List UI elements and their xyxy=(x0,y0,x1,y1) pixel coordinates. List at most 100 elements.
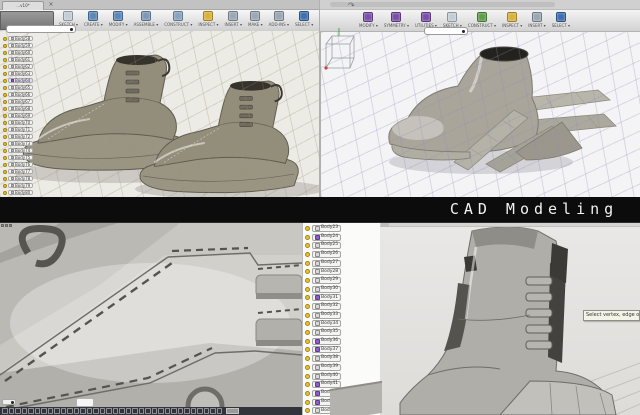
browser-body-row[interactable]: Body71 xyxy=(3,126,59,133)
form-box-wireframe[interactable] xyxy=(320,26,358,74)
browser-body-row[interactable]: Body25 xyxy=(305,241,380,250)
body-item[interactable]: Body77 xyxy=(8,169,33,175)
body-item[interactable]: Body40 xyxy=(312,373,342,380)
visibility-bulb-icon[interactable] xyxy=(3,114,7,118)
timeline-feature-icon[interactable] xyxy=(158,408,164,414)
body-item[interactable]: Body29 xyxy=(312,277,342,284)
tab-close-icon[interactable]: × xyxy=(47,1,55,9)
body-item[interactable]: Body58 xyxy=(8,36,33,42)
visibility-bulb-icon[interactable] xyxy=(305,330,310,335)
browser-body-row[interactable]: Body24 xyxy=(305,233,380,242)
visibility-bulb-icon[interactable] xyxy=(305,400,310,405)
browser-toggle-box[interactable] xyxy=(2,399,16,405)
visibility-bulb-icon[interactable] xyxy=(305,313,310,318)
browser-body-row[interactable]: Body32 xyxy=(305,302,380,311)
browser-body-row[interactable]: Body59 xyxy=(3,42,59,49)
toolbar-button[interactable]: CREATE ▾ xyxy=(82,11,105,27)
timeline-feature-icon[interactable] xyxy=(74,408,80,414)
shoe-closeup-render[interactable] xyxy=(0,223,302,415)
browser-body-row[interactable]: Body68 xyxy=(3,105,59,112)
body-item[interactable]: Body24 xyxy=(312,234,342,241)
body-item[interactable]: Body62 xyxy=(8,64,33,70)
timeline-feature-icon[interactable] xyxy=(54,408,60,414)
body-item[interactable]: Body28 xyxy=(312,268,342,275)
body-item[interactable]: Body64 xyxy=(8,78,33,84)
browser-body-row[interactable]: Body34 xyxy=(305,320,380,329)
visibility-bulb-icon[interactable] xyxy=(3,149,7,153)
browser-body-row[interactable]: Body75 xyxy=(3,154,59,161)
visibility-bulb-icon[interactable] xyxy=(305,261,310,266)
browser-body-row[interactable]: Body80 xyxy=(3,189,59,196)
timeline-feature-icon[interactable] xyxy=(106,408,112,414)
visibility-bulb-icon[interactable] xyxy=(305,365,310,370)
toolbar-button[interactable]: ASSEMBLE ▾ xyxy=(132,11,161,27)
browser-body-row[interactable]: Body26 xyxy=(305,250,380,259)
browser-body-row[interactable]: Body39 xyxy=(305,363,380,372)
visibility-bulb-icon[interactable] xyxy=(305,356,310,361)
visibility-bulb-icon[interactable] xyxy=(3,135,7,139)
visibility-bulb-icon[interactable] xyxy=(3,184,7,188)
body-item[interactable]: Body67 xyxy=(8,99,33,105)
browser-body-row[interactable]: Body79 xyxy=(3,182,59,189)
body-item[interactable]: Body65 xyxy=(8,85,33,91)
visibility-bulb-icon[interactable] xyxy=(3,156,7,160)
timeline-feature-icon[interactable] xyxy=(119,408,125,414)
timeline-feature-icon[interactable] xyxy=(80,408,86,414)
browser-body-row[interactable]: Body28 xyxy=(305,267,380,276)
toolbar-button[interactable]: INSERT ▾ xyxy=(223,11,244,27)
body-item[interactable]: Body33 xyxy=(312,312,342,319)
body-item[interactable]: Body31 xyxy=(312,294,342,301)
visibility-bulb-icon[interactable] xyxy=(3,79,7,83)
visibility-bulb-icon[interactable] xyxy=(305,243,310,248)
timeline-feature-icon[interactable] xyxy=(93,408,99,414)
body-item[interactable]: Body59 xyxy=(8,43,33,49)
body-item[interactable]: Body73 xyxy=(8,141,33,147)
browser-body-row[interactable]: Body27 xyxy=(305,259,380,268)
undo-arrow-icon[interactable]: ↷ xyxy=(348,1,355,10)
timeline-feature-icon[interactable] xyxy=(2,408,8,414)
visibility-bulb-icon[interactable] xyxy=(305,226,310,231)
body-item[interactable]: Body36 xyxy=(312,338,342,345)
mini-icon[interactable] xyxy=(9,224,12,227)
body-item[interactable]: Body63 xyxy=(8,71,33,77)
browser-body-row[interactable]: Body73 xyxy=(3,140,59,147)
visibility-bulb-icon[interactable] xyxy=(305,252,310,257)
browser-body-row[interactable]: Body63 xyxy=(3,70,59,77)
visibility-bulb-icon[interactable] xyxy=(3,128,7,132)
browser-body-row[interactable]: Body33 xyxy=(305,311,380,320)
toolbar-button[interactable]: CONSTRUCT ▾ xyxy=(466,12,498,28)
timeline-feature-icon[interactable] xyxy=(48,408,54,414)
timeline-feature-icon[interactable] xyxy=(67,408,73,414)
visibility-bulb-icon[interactable] xyxy=(3,37,7,41)
body-item[interactable]: Body66 xyxy=(8,92,33,98)
browser-body-row[interactable]: Body74 xyxy=(3,147,59,154)
body-item[interactable]: Body30 xyxy=(312,286,342,293)
toolbar-button[interactable]: MAKE ▾ xyxy=(246,11,265,27)
viewport-closeup[interactable] xyxy=(0,223,302,415)
visibility-bulb-icon[interactable] xyxy=(3,163,7,167)
visibility-bulb-icon[interactable] xyxy=(305,374,310,379)
browser-body-row[interactable]: Body36 xyxy=(305,337,380,346)
selection-filter-box[interactable] xyxy=(424,27,468,35)
browser-body-row[interactable]: Body60 xyxy=(3,49,59,56)
visibility-bulb-icon[interactable] xyxy=(305,235,310,240)
toolbar-button[interactable]: MODIFY ▾ xyxy=(357,12,380,28)
document-tab[interactable]: ...v10* xyxy=(2,1,44,10)
browser-body-row[interactable]: Body29 xyxy=(305,276,380,285)
browser-body-row[interactable]: Body64 xyxy=(3,77,59,84)
visibility-bulb-icon[interactable] xyxy=(305,287,310,292)
timeline-feature-icon[interactable] xyxy=(184,408,190,414)
visibility-bulb-icon[interactable] xyxy=(3,107,7,111)
visibility-bulb-icon[interactable] xyxy=(305,391,310,396)
horizontal-scrollbar[interactable] xyxy=(330,2,555,7)
browser-body-row[interactable]: Body78 xyxy=(3,175,59,182)
visibility-bulb-icon[interactable] xyxy=(305,295,310,300)
timeline-feature-icon[interactable] xyxy=(9,408,15,414)
toolbar-button[interactable]: SKETCH ▾ xyxy=(441,12,464,28)
body-item[interactable]: Body37 xyxy=(312,346,342,353)
timeline-feature-icon[interactable] xyxy=(191,408,197,414)
browser-body-row[interactable]: Body58 xyxy=(3,35,59,42)
browser-body-row[interactable]: Body38 xyxy=(305,354,380,363)
browser-body-row[interactable]: Body31 xyxy=(305,294,380,303)
timeline-feature-icon[interactable] xyxy=(100,408,106,414)
